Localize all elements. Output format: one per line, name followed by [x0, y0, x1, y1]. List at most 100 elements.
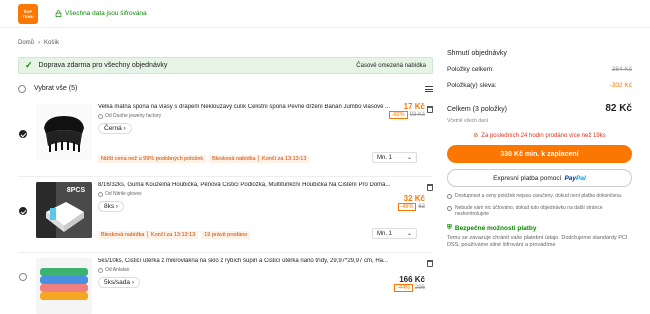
secure-pay-label: Bezpečné možnosti platby: [454, 224, 537, 232]
total-row: Celkem (3 položky) 82 Kč: [447, 103, 632, 114]
discount-badge: -82%: [388, 111, 408, 119]
sales-warning: ⊘ Za posledních 24 hodin prodáno více ne…: [447, 132, 632, 140]
item-store[interactable]: Od Nitrile gloves: [98, 191, 433, 197]
store-name: Od Nitrile gloves: [105, 191, 142, 197]
items-discount-value: -302 Kč: [609, 82, 632, 89]
tax-included-text: Včetně všech daní: [447, 118, 489, 124]
secure-payment-title: ⛨ Bezpečné možnosti platby: [447, 224, 632, 232]
item-store[interactable]: Od Anlalan: [98, 267, 433, 273]
store-name: Od Anlalan: [105, 267, 130, 273]
chevron-down-icon: ⌄: [406, 155, 412, 161]
select-all-row: Vybrat vše (5): [18, 82, 433, 95]
trash-icon[interactable]: [427, 184, 433, 191]
variant-selector[interactable]: 5ks/sada ›: [98, 277, 141, 288]
items-discount-label: Položka(y) sleva:: [447, 82, 497, 89]
item-price: 166 Kč -44% 296: [394, 275, 425, 292]
item-title[interactable]: 8/16/32ks, Guma Kouzelná Houbička, Pěnov…: [98, 182, 398, 188]
breadcrumb-sep: ›: [38, 40, 41, 46]
item-checkbox[interactable]: [19, 130, 27, 138]
quantity-select[interactable]: Mn. 1 ⌄: [372, 228, 417, 239]
order-summary: Shrnutí objednávky Položky celkem: 384 K…: [447, 50, 632, 249]
info-icon: [447, 206, 452, 211]
variant-label: 8ks: [104, 203, 115, 210]
item-title[interactable]: Velká matná spona na vlasy s drápem Nekl…: [98, 104, 398, 110]
paypal-logo-pal: Pal: [576, 174, 586, 182]
store-name: Od Duohe jewelry factory: [105, 113, 162, 119]
tag: Blesková nabídka │ Končí za 13:13:13: [98, 231, 199, 239]
trash-icon[interactable]: [427, 260, 433, 267]
paypal-logo-pay: Pay: [564, 174, 577, 182]
divider: [18, 252, 433, 253]
breadcrumb: Domů › Košík: [18, 40, 59, 46]
qty-label: Mn. 1: [377, 154, 393, 161]
alert-icon: ⊘: [473, 133, 479, 139]
tag: 19 právě prodáno: [201, 231, 251, 239]
item-checkbox[interactable]: [19, 273, 27, 281]
variant-selector[interactable]: Černá ›: [98, 123, 132, 134]
trash-icon[interactable]: [427, 106, 433, 113]
sponge-image: 8PCS: [36, 182, 92, 238]
select-all-label[interactable]: Vybrat vše (5): [34, 85, 77, 92]
info-icon: [447, 194, 452, 199]
items-total-label: Položky celkem:: [447, 66, 494, 73]
checkout-button[interactable]: 330 Kč min. k zaplacení: [447, 145, 632, 163]
discount-badge: -44%: [394, 284, 414, 292]
chevron-down-icon: ⌄: [406, 231, 412, 237]
price-current: 32 Kč: [403, 194, 425, 203]
cart-item: 5ks/10ks, Čisticí utěrka z mikrovlákna n…: [18, 256, 433, 314]
variant-label: Černá: [104, 125, 122, 132]
item-checkbox[interactable]: [19, 207, 27, 215]
quantity-select[interactable]: Mn. 1 ⌄: [372, 152, 417, 163]
free-shipping-banner: ✓ Doprava zdarma pro všechny objednávky …: [18, 57, 433, 74]
price-original: 93 Kč: [409, 112, 425, 118]
item-tags: Nižší cena než u 99% podobných položek B…: [98, 155, 310, 163]
qty-label: Mn. 1: [377, 230, 393, 237]
variant-selector[interactable]: 8ks ›: [98, 201, 125, 212]
secure-text: Všechna data jsou šifrována: [65, 10, 147, 17]
temu-logo[interactable]: ŠOP TEMU: [18, 4, 38, 24]
charge-note: Nebude vám nic účtováno, dokud tuto obje…: [447, 205, 632, 217]
breadcrumb-cart: Košík: [44, 40, 60, 46]
price-original: 296: [414, 285, 425, 291]
product-image[interactable]: 8PCS: [36, 182, 92, 238]
select-all-checkbox[interactable]: [18, 84, 26, 93]
breadcrumb-home[interactable]: Domů: [18, 40, 34, 46]
availability-note: Dostupnost a ceny položek nejsou zaručen…: [447, 193, 632, 199]
item-tags: Blesková nabídka │ Končí za 13:13:13 19 …: [98, 231, 251, 239]
total-label: Celkem (3 položky): [447, 106, 507, 113]
paypal-button[interactable]: Expresní platba pomocí PayPal: [447, 169, 632, 187]
item-price: 32 Kč -49% 63: [397, 194, 425, 211]
price-original: 63: [418, 204, 425, 210]
product-image[interactable]: [36, 258, 92, 314]
store-icon: [98, 113, 103, 119]
menu-icon[interactable]: [425, 85, 433, 92]
secure-notice: Všechna data jsou šifrována: [55, 10, 147, 17]
shield-icon: ⛨: [447, 224, 452, 231]
items-total-row: Položky celkem: 384 Kč: [447, 66, 632, 73]
product-image[interactable]: [36, 104, 92, 160]
total-value: 82 Kč: [605, 103, 632, 114]
hair-clip-image: [36, 104, 92, 160]
paypal-logo: PayPal: [564, 175, 585, 182]
thumb-label: 8PCS: [67, 187, 86, 194]
cart-item: Velká matná spona na vlasy s drápem Nekl…: [18, 102, 433, 172]
cart-item: 8PCS 8/16/32ks, Guma Kouzelná Houbička, …: [18, 180, 433, 248]
secure-payment-text: Temu se zavazuje chránit vaše platební ú…: [447, 235, 628, 248]
variant-label: 5ks/sada: [104, 279, 131, 286]
paypal-text: Expresní platba pomocí: [493, 174, 562, 182]
item-store[interactable]: Od Duohe jewelry factory: [98, 113, 433, 119]
warning-text: Za posledních 24 hodin prodáno více než …: [481, 132, 606, 139]
tag: Blesková nabídka │ Končí za 13:13:13: [209, 155, 310, 163]
items-total-value: 384 Kč: [611, 66, 632, 73]
note-text: Nebude vám nic účtováno, dokud tuto obje…: [455, 205, 603, 217]
summary-title: Shrnutí objednávky: [447, 50, 507, 57]
limited-offer-text: Časově omezená nabídka: [356, 62, 426, 69]
price-current: 166 Kč: [399, 275, 425, 284]
cloth-image: [36, 258, 92, 314]
discount-badge: -49%: [397, 203, 417, 211]
item-title[interactable]: 5ks/10ks, Čisticí utěrka z mikrovlákna n…: [98, 258, 398, 264]
divider: [18, 176, 433, 177]
note-text: Dostupnost a ceny položek nejsou zaručen…: [455, 193, 623, 199]
top-bar: ŠOP TEMU Všechna data jsou šifrována: [0, 0, 650, 28]
item-price: 17 Kč -82% 93 Kč: [388, 102, 425, 119]
